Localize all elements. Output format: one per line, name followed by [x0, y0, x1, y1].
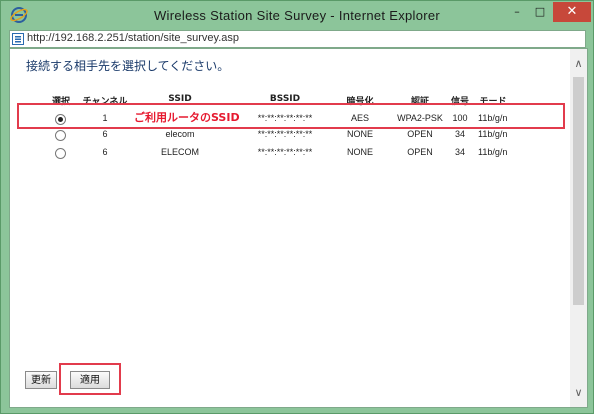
mode-cell: 11b/g/n [478, 129, 508, 139]
channel-cell: 6 [102, 129, 108, 139]
minimize-button[interactable]: – [506, 2, 528, 22]
auth-cell: OPEN [407, 129, 433, 139]
signal-cell: 34 [454, 147, 465, 157]
table-row[interactable]: 6 elecom **:**:**:**:**:** NONE OPEN 34 … [10, 127, 570, 144]
browser-window: Wireless Station Site Survey - Internet … [0, 0, 594, 414]
scroll-up-arrow-icon[interactable]: ∧ [570, 55, 587, 72]
address-url: http://192.168.2.251/station/site_survey… [27, 32, 239, 44]
bssid-cell: **:**:**:**:**:** [257, 147, 313, 157]
close-button[interactable]: ✕ [553, 2, 591, 22]
bssid-cell: **:**:**:**:**:** [257, 129, 313, 139]
signal-cell: 34 [454, 129, 465, 139]
maximize-button[interactable]: □ [529, 2, 551, 22]
mode-cell: 11b/g/n [478, 147, 508, 157]
vertical-scrollbar[interactable]: ∧ ∨ [570, 49, 587, 407]
selected-row-highlight [17, 103, 565, 129]
channel-cell: 6 [102, 147, 108, 157]
refresh-button[interactable]: 更新 [25, 371, 57, 389]
ssid-cell: elecom [165, 129, 195, 139]
ssid-annotation: ご利用ルータのSSID [134, 109, 240, 125]
address-bar[interactable]: http://192.168.2.251/station/site_survey… [9, 30, 586, 48]
encryption-cell: NONE [346, 129, 373, 139]
scroll-thumb[interactable] [573, 77, 584, 305]
apply-button-highlight [59, 363, 121, 395]
ssid-cell: ELECOM [160, 147, 199, 157]
auth-cell: OPEN [407, 147, 433, 157]
page-content: 接続する相手先を選択してください。 選択 チャンネル SSID BSSID 暗号… [9, 48, 588, 408]
page-heading: 接続する相手先を選択してください。 [26, 59, 230, 73]
title-bar[interactable]: Wireless Station Site Survey - Internet … [1, 1, 593, 30]
encryption-cell: NONE [346, 147, 373, 157]
select-radio[interactable] [55, 148, 66, 159]
table-row[interactable]: 6 ELECOM **:**:**:**:**:** NONE OPEN 34 … [10, 145, 570, 162]
scroll-down-arrow-icon[interactable]: ∨ [570, 384, 587, 401]
page-icon [12, 33, 24, 45]
select-radio[interactable] [55, 130, 66, 141]
window-title: Wireless Station Site Survey - Internet … [153, 8, 441, 23]
